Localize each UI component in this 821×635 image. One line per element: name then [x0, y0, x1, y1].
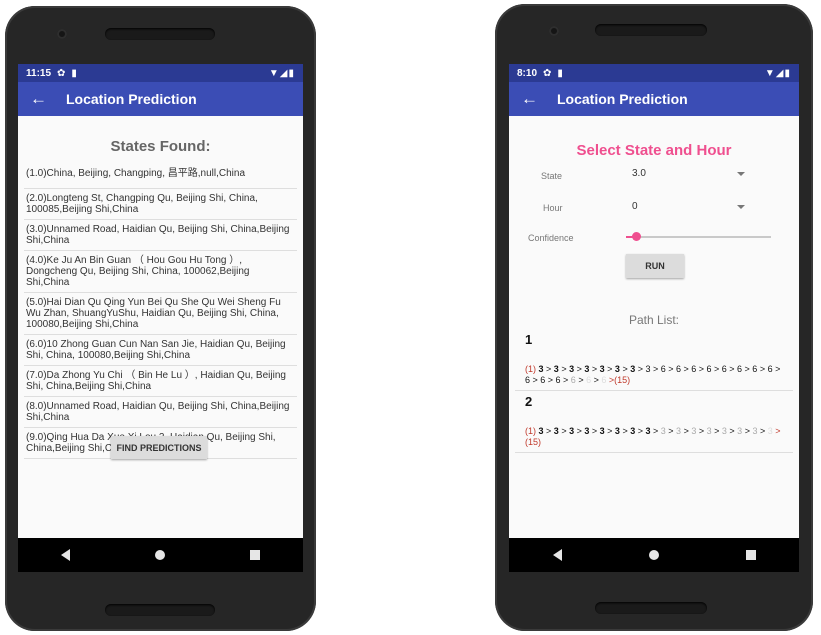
list-item[interactable]: (5.0)Hai Dian Qu Qing Yun Bei Qu She Qu …	[24, 293, 297, 335]
path-sequence: (1) 3 > 3 > 3 > 3 > 3 > 3 > 3 > 3 > 6 > …	[525, 364, 781, 385]
bottom-speaker	[595, 602, 707, 614]
app-bar: ← Location Prediction	[509, 82, 799, 116]
hour-label: Hour	[543, 203, 563, 213]
nav-home-icon[interactable]	[154, 550, 165, 560]
gear-icon: ✿	[57, 67, 66, 79]
confidence-label: Confidence	[528, 233, 574, 243]
top-speaker	[105, 28, 215, 40]
bottom-speaker	[105, 604, 215, 616]
right-screen: 8:10 ✿ ▮ ▼◢▮ ← Location Prediction Selec…	[509, 64, 799, 572]
confidence-slider-track[interactable]	[626, 236, 771, 238]
nav-back-icon[interactable]	[60, 549, 70, 561]
confidence-slider-thumb[interactable]	[632, 232, 641, 241]
status-bar: 11:15 ✿ ▮ ▼◢▮	[18, 64, 303, 82]
path-end: >(15)	[608, 375, 631, 385]
list-item[interactable]: (2.0)Longteng St, Changping Qu, Beijing …	[24, 189, 297, 220]
divider	[515, 390, 793, 391]
states-list: (1.0)China, Beijing, Changping, 昌平路,null…	[24, 162, 297, 459]
list-item[interactable]: (6.0)10 Zhong Guan Cun Nan San Jie, Haid…	[24, 335, 297, 366]
list-item[interactable]: (1.0)China, Beijing, Changping, 昌平路,null…	[24, 162, 297, 189]
nav-recent-icon[interactable]	[250, 550, 261, 560]
path-start: (1)	[525, 364, 536, 374]
left-screen: 11:15 ✿ ▮ ▼◢▮ ← Location Prediction Stat…	[18, 64, 303, 572]
gear-icon: ✿	[543, 67, 552, 79]
path-start: (1)	[525, 426, 536, 436]
app-bar: ← Location Prediction	[18, 82, 303, 116]
hour-dropdown[interactable]: 0	[632, 201, 638, 212]
path-number: 1	[525, 332, 533, 347]
sd-card-icon: ▮	[71, 67, 77, 79]
run-button[interactable]: RUN	[626, 254, 684, 278]
state-label: State	[541, 171, 563, 181]
chevron-down-icon[interactable]	[737, 172, 745, 176]
system-nav-bar	[509, 538, 799, 572]
front-camera	[549, 26, 559, 36]
states-title: States Found:	[110, 138, 211, 155]
path-list-title: Path List:	[628, 313, 680, 327]
system-nav-bar	[18, 538, 303, 572]
status-time: 8:10	[517, 67, 538, 79]
state-dropdown[interactable]: 3.0	[632, 168, 646, 179]
back-arrow-icon[interactable]: ←	[521, 89, 551, 109]
wifi-signal-battery-icon: ▼◢▮	[764, 67, 791, 79]
app-title: Location Prediction	[66, 91, 197, 107]
divider	[515, 452, 793, 453]
front-camera	[57, 29, 67, 39]
chevron-down-icon[interactable]	[737, 205, 745, 209]
status-time: 11:15	[26, 67, 52, 79]
find-predictions-button[interactable]: FIND PREDICTIONS	[111, 436, 207, 459]
nav-back-icon[interactable]	[552, 549, 562, 561]
sd-card-icon: ▮	[557, 67, 563, 79]
select-title: Select State and Hour	[576, 142, 732, 159]
left-phone: 11:15 ✿ ▮ ▼◢▮ ← Location Prediction Stat…	[5, 6, 316, 631]
path-end: >(15)	[525, 426, 781, 447]
nav-recent-icon[interactable]	[745, 550, 756, 560]
list-item[interactable]: (7.0)Da Zhong Yu Chi （ Bin He Lu ）, Haid…	[24, 366, 297, 397]
path-number: 2	[525, 394, 533, 409]
right-phone: 8:10 ✿ ▮ ▼◢▮ ← Location Prediction Selec…	[495, 4, 813, 631]
status-bar: 8:10 ✿ ▮ ▼◢▮	[509, 64, 799, 82]
path-sequence: (1) 3 > 3 > 3 > 3 > 3 > 3 > 3 > 3 > 3 > …	[525, 426, 781, 447]
list-item[interactable]: (3.0)Unnamed Road, Haidian Qu, Beijing S…	[24, 220, 297, 251]
top-speaker	[595, 24, 707, 36]
app-title: Location Prediction	[557, 91, 688, 107]
wifi-signal-battery-icon: ▼◢▮	[268, 67, 295, 79]
back-arrow-icon[interactable]: ←	[30, 89, 60, 109]
list-item[interactable]: (8.0)Unnamed Road, Haidian Qu, Beijing S…	[24, 397, 297, 428]
list-item[interactable]: (4.0)Ke Ju An Bin Guan （ Hou Gou Hu Tong…	[24, 251, 297, 293]
nav-home-icon[interactable]	[648, 550, 659, 560]
